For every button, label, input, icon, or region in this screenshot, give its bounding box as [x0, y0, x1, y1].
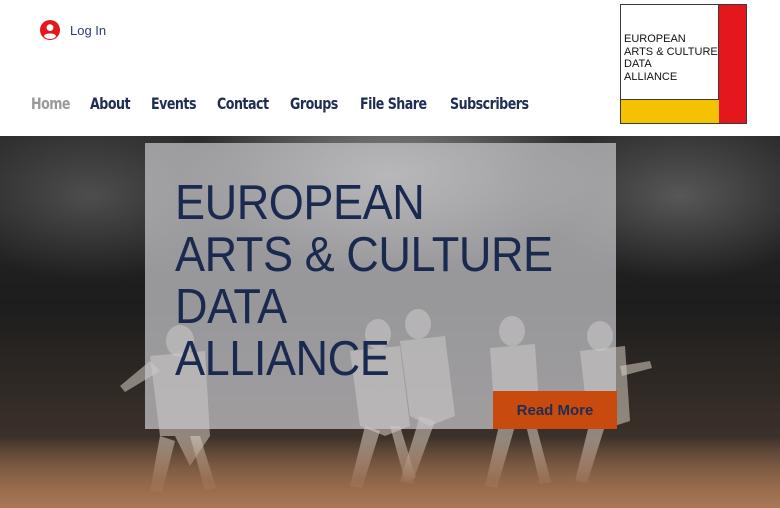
main-nav: Home About Events Contact Groups File Sh…: [31, 94, 555, 113]
nav-item-groups[interactable]: Groups: [290, 94, 338, 113]
hero-title-line: ALLIANCE: [175, 332, 390, 386]
logo-yellow-bar: [621, 99, 719, 123]
hero-title-line: ARTS & CULTURE: [175, 228, 553, 282]
nav-item-subscribers[interactable]: Subscribers: [450, 94, 529, 113]
stage-floor: [0, 438, 780, 508]
nav-item-home[interactable]: Home: [31, 94, 71, 113]
logo-text: EUROPEAN ARTS & CULTURE DATA ALLIANCE: [624, 33, 718, 83]
logo-red-bar: [718, 5, 746, 123]
login-label: Log In: [70, 22, 107, 38]
logo-line: ARTS & CULTURE: [624, 45, 718, 58]
hero-title-line: DATA: [175, 280, 287, 334]
login-button[interactable]: Log In: [40, 20, 106, 40]
nav-item-about[interactable]: About: [90, 94, 131, 113]
hero-title-panel: EUROPEAN ARTS & CULTURE DATA ALLIANCE: [145, 143, 616, 429]
logo-line: DATA: [624, 58, 652, 71]
hero-banner: EUROPEAN ARTS & CULTURE DATA ALLIANCE Re…: [0, 136, 780, 508]
nav-item-events[interactable]: Events: [151, 94, 196, 113]
nav-item-file-share[interactable]: File Share: [360, 94, 427, 113]
hero-title-line: EUROPEAN: [175, 176, 425, 230]
logo-line: ALLIANCE: [624, 70, 678, 83]
nav-item-contact[interactable]: Contact: [217, 94, 269, 113]
user-avatar-icon: [40, 20, 60, 40]
logo-line: EUROPEAN: [624, 33, 686, 45]
page: Log In Home About Events Contact Groups …: [0, 0, 780, 508]
read-more-button[interactable]: Read More: [493, 391, 617, 429]
site-logo[interactable]: EUROPEAN ARTS & CULTURE DATA ALLIANCE: [620, 4, 747, 124]
hero-title: EUROPEAN ARTS & CULTURE DATA ALLIANCE: [175, 177, 553, 385]
